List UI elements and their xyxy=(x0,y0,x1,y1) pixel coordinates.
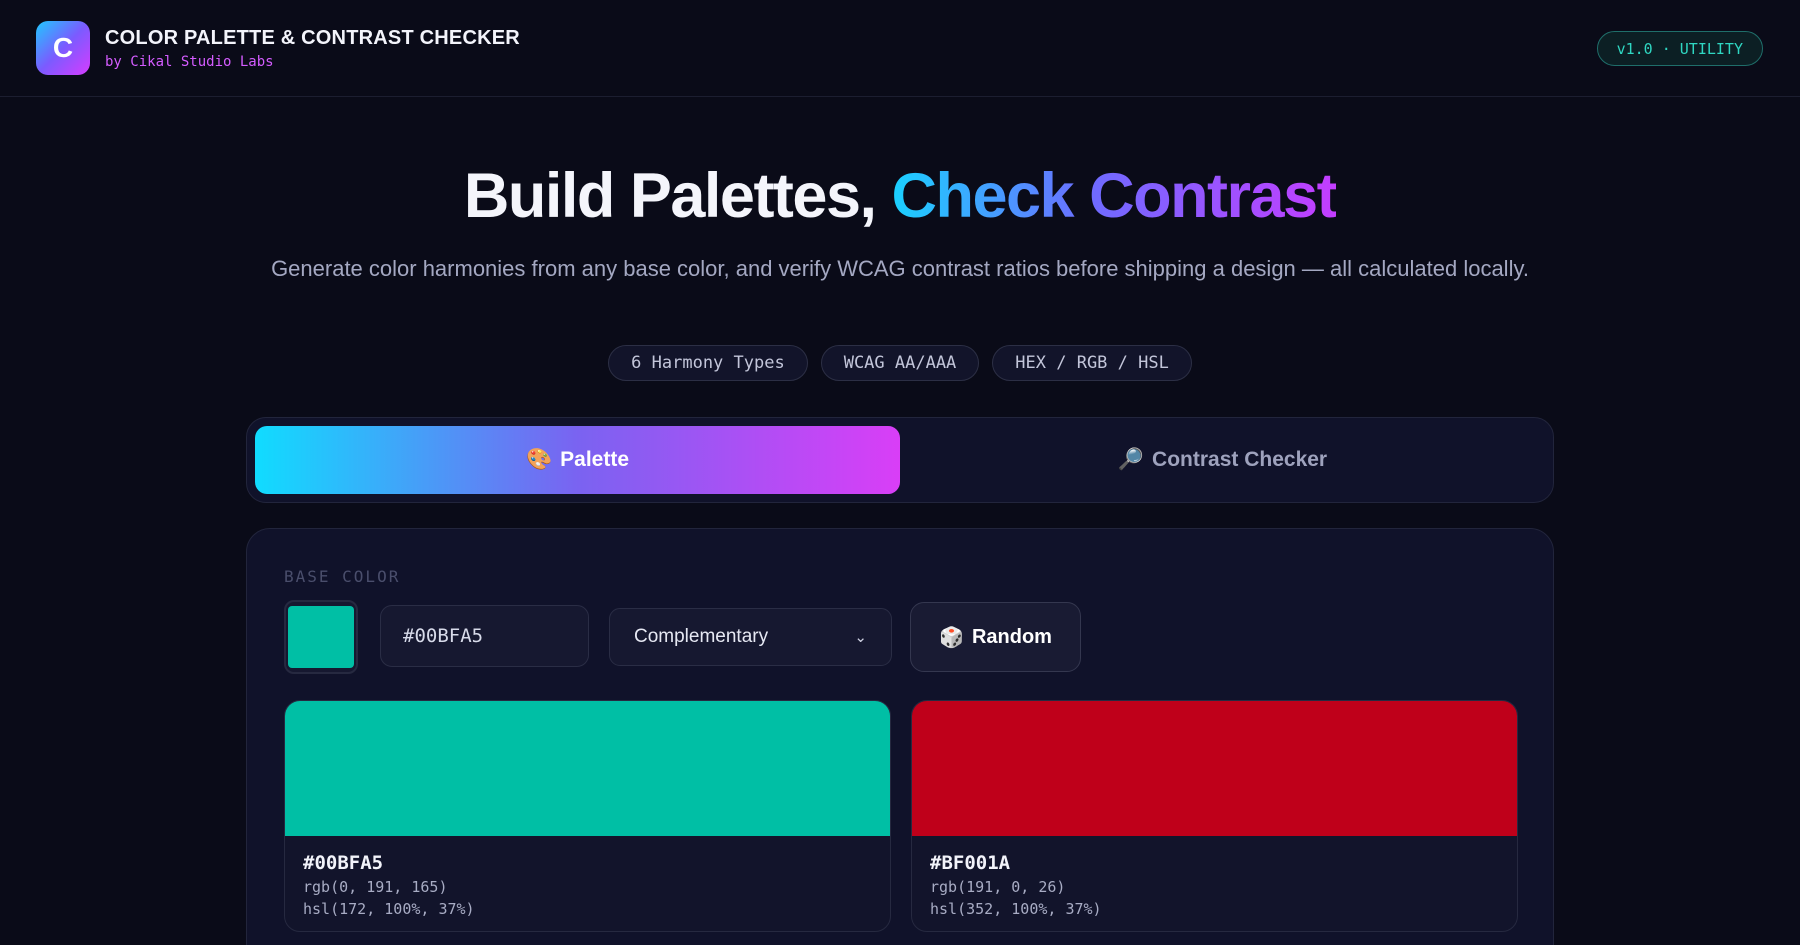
app-logo: C xyxy=(36,21,90,75)
brand-block: COLOR PALETTE & CONTRAST CHECKER by Cika… xyxy=(105,27,520,70)
color-hex: #BF001A xyxy=(930,852,1011,874)
color-rgb: rgb(0, 191, 165) xyxy=(303,878,448,896)
tab-contrast-checker[interactable]: 🔎 Contrast Checker xyxy=(900,426,1545,494)
color-card[interactable]: #00BFA5 rgb(0, 191, 165) hsl(172, 100%, … xyxy=(284,700,891,932)
color-rgb: rgb(191, 0, 26) xyxy=(930,878,1066,896)
color-card-swatch xyxy=(912,701,1517,836)
color-card-info: #BF001A rgb(191, 0, 26) hsl(352, 100%, 3… xyxy=(912,836,1517,931)
random-button-label: Random xyxy=(971,625,1052,648)
color-hsl: hsl(352, 100%, 37%) xyxy=(930,900,1102,918)
base-color-swatch xyxy=(288,606,354,668)
feature-chips: 6 Harmony Types WCAG AA/AAA HEX / RGB / … xyxy=(0,345,1800,381)
tab-label: Contrast Checker xyxy=(1152,448,1328,471)
hero-subtitle: Generate color harmonies from any base c… xyxy=(271,256,1529,281)
color-card[interactable]: #BF001A rgb(191, 0, 26) hsl(352, 100%, 3… xyxy=(911,700,1518,932)
feature-chip: HEX / RGB / HSL xyxy=(992,345,1192,381)
harmony-selected-value: Complementary xyxy=(634,626,769,647)
palette-panel: BASE COLOR Complementary ⌄ 🎲 Random #00B… xyxy=(246,528,1554,945)
section-label: BASE COLOR xyxy=(284,567,401,586)
feature-chip: WCAG AA/AAA xyxy=(820,345,980,381)
app-title: COLOR PALETTE & CONTRAST CHECKER xyxy=(105,26,520,49)
mode-tabs: 🎨 Palette 🔎 Contrast Checker xyxy=(246,417,1554,503)
version-badge: v1.0 · UTILITY xyxy=(1596,31,1763,66)
base-color-picker[interactable] xyxy=(284,600,358,674)
dice-icon: 🎲 xyxy=(939,626,964,649)
color-hex: #00BFA5 xyxy=(303,852,384,874)
palette-cards: #00BFA5 rgb(0, 191, 165) hsl(172, 100%, … xyxy=(284,700,1518,932)
tab-label: Palette xyxy=(560,448,630,471)
random-button[interactable]: 🎲 Random xyxy=(910,602,1081,672)
hero-title-gradient: Check Contrast xyxy=(891,161,1338,231)
feature-chip: 6 Harmony Types xyxy=(608,345,808,381)
app-header: C COLOR PALETTE & CONTRAST CHECKER by Ci… xyxy=(0,0,1800,97)
harmony-select[interactable]: Complementary ⌄ xyxy=(609,608,892,666)
chevron-down-icon: ⌄ xyxy=(854,629,867,646)
palette-icon: 🎨 xyxy=(525,448,553,471)
color-card-info: #00BFA5 rgb(0, 191, 165) hsl(172, 100%, … xyxy=(285,836,890,931)
hero-title-plain: Build Palettes, xyxy=(463,161,877,231)
magnifier-icon: 🔎 xyxy=(1117,448,1145,471)
app-subtitle: by Cikal Studio Labs xyxy=(105,53,274,70)
hex-input[interactable] xyxy=(380,605,589,667)
color-card-swatch xyxy=(285,701,890,836)
tab-palette[interactable]: 🎨 Palette xyxy=(255,426,900,494)
color-hsl: hsl(172, 100%, 37%) xyxy=(303,900,475,918)
hero-title: Build Palettes, Check Contrast xyxy=(0,160,1800,232)
